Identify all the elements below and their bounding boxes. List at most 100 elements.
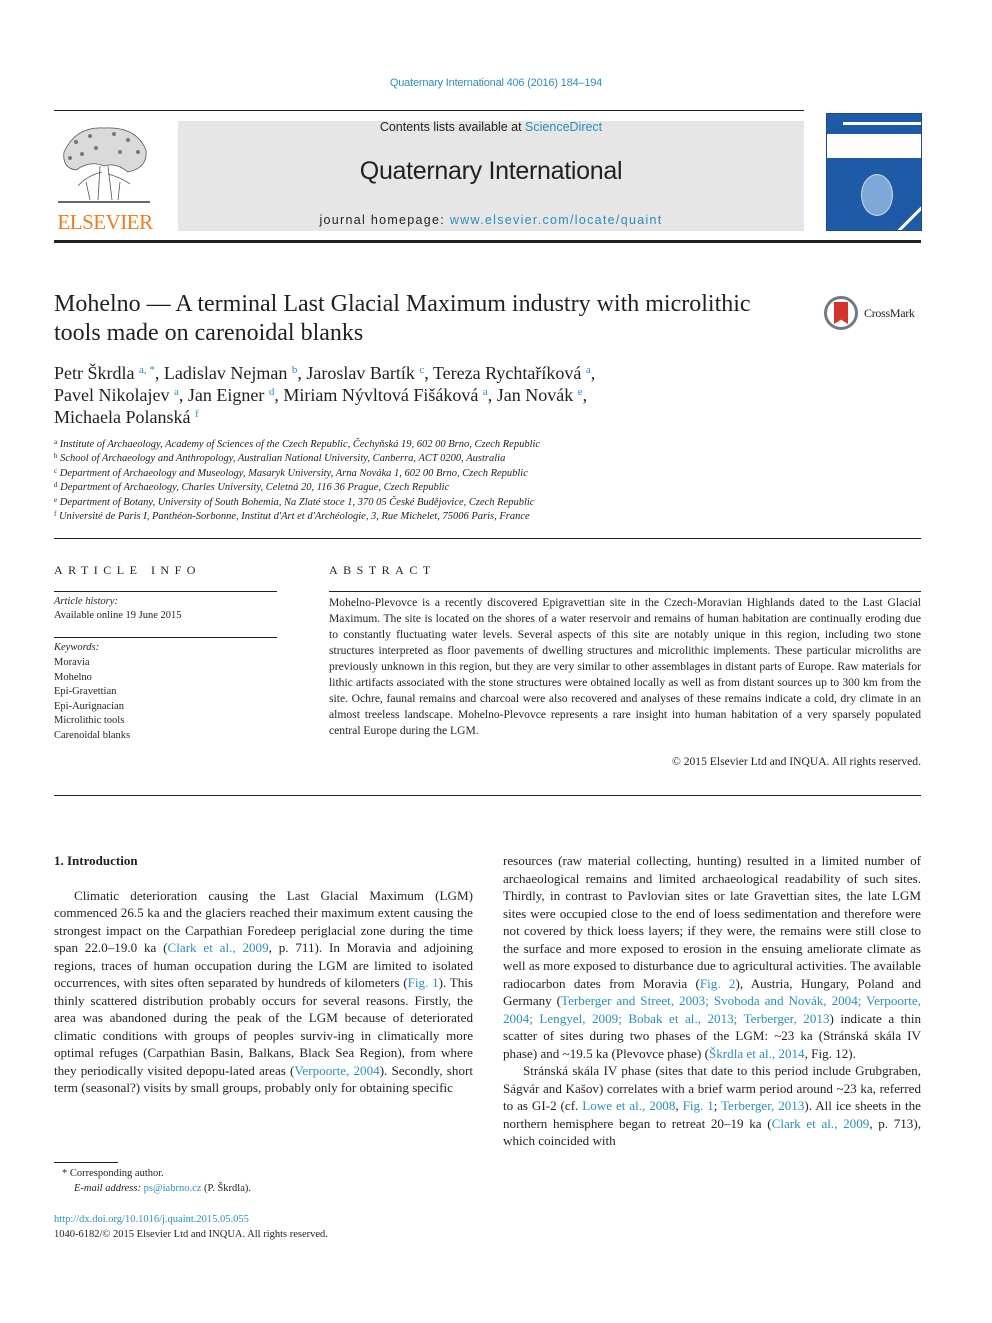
divider: [54, 795, 921, 796]
body-paragraph: Stránská skála IV phase (sites that date…: [503, 1062, 921, 1150]
homepage-line: journal homepage: www.elsevier.com/locat…: [178, 213, 804, 227]
email-suffix: (P. Škrdla).: [201, 1183, 251, 1194]
author-name: Ladislav Nejman: [163, 363, 288, 383]
affiliation-key: f: [54, 510, 57, 519]
affiliation-text: Department of Archaeology and Museology,…: [59, 467, 528, 479]
affiliation-key: d: [54, 481, 58, 490]
email-line: E-mail address: ps@iabrno.cz (P. Škrdla)…: [62, 1181, 251, 1196]
citation-link[interactable]: Fig. 1: [408, 975, 439, 990]
abstract-text: Mohelno-Plevovce is a recently discovere…: [329, 596, 921, 737]
body-paragraph: Climatic deterioration causing the Last …: [54, 887, 473, 1097]
affiliation: e Department of Botany, University of So…: [54, 496, 754, 510]
cover-seal-icon: [861, 174, 893, 216]
author: Tereza Rychtaříková a,: [433, 363, 595, 383]
homepage-prefix: journal homepage:: [319, 213, 450, 227]
keyword: Mohelno: [54, 671, 92, 683]
sciencedirect-link[interactable]: ScienceDirect: [525, 120, 602, 134]
author-affil-link[interactable]: f: [195, 408, 199, 420]
citation-link[interactable]: Škrdla et al., 2014: [709, 1046, 805, 1061]
journal-banner: Contents lists available at ScienceDirec…: [178, 120, 804, 231]
keyword: Epi-Aurignacian: [54, 700, 124, 712]
keyword: Microlithic tools: [54, 715, 125, 726]
affiliation-list: a Institute of Archaeology, Academy of S…: [54, 438, 754, 524]
author-separator: ,: [154, 363, 164, 383]
divider: [54, 637, 277, 638]
keyword: Epi-Gravettian: [54, 686, 117, 697]
keyword: Carenoidal blanks: [54, 729, 131, 741]
affiliation-text: Department of Archaeology, Charles Unive…: [60, 482, 450, 494]
author: Jan Novák e,: [497, 385, 587, 405]
divider: [54, 591, 277, 592]
article-title: Mohelno — A terminal Last Glacial Maximu…: [54, 291, 751, 346]
author: Petr Škrdla a, *,: [54, 363, 164, 383]
journal-cover-image[interactable]: [826, 113, 922, 231]
affiliation-key: c: [54, 466, 58, 475]
article-info-heading: ARTICLE INFO: [54, 563, 201, 577]
article-history-label: Article history:: [54, 596, 118, 607]
body-column-left: 1. Introduction Climatic deterioration c…: [54, 852, 473, 1097]
author: Jan Eigner d,: [188, 385, 283, 405]
citation-link[interactable]: Terberger, 2013: [721, 1098, 804, 1113]
elsevier-logo[interactable]: ELSEVIER: [54, 120, 156, 234]
divider: [54, 538, 921, 539]
citation-link[interactable]: Fig. 1: [683, 1098, 714, 1113]
affiliation-key: e: [54, 495, 58, 504]
author: Jaroslav Bartík c,: [306, 363, 433, 383]
doi-block: http://dx.doi.org/10.1016/j.quaint.2015.…: [54, 1212, 328, 1242]
body-paragraph: resources (raw material collecting, hunt…: [503, 852, 921, 1062]
keyword: Moravia: [54, 657, 90, 668]
homepage-link[interactable]: www.elsevier.com/locate/quaint: [450, 213, 663, 227]
journal-citation-link[interactable]: Quaternary International 406 (2016) 184–…: [0, 77, 992, 89]
author-affil-link[interactable]: a, *: [139, 364, 155, 376]
affiliation-text: Université de Paris I, Panthéon-Sorbonne…: [58, 511, 530, 523]
article-history-value: Available online 19 June 2015: [54, 610, 182, 621]
doi-link[interactable]: http://dx.doi.org/10.1016/j.quaint.2015.…: [54, 1214, 249, 1225]
header-rule: [54, 110, 804, 111]
body-text: ,: [675, 1098, 683, 1113]
affiliation: f Université de Paris I, Panthéon-Sorbon…: [54, 510, 754, 524]
author-name: Petr Škrdla: [54, 363, 135, 383]
author-separator: ,: [424, 363, 433, 383]
author: Miriam Nývltová Fišáková a,: [283, 385, 496, 405]
author-list: Petr Škrdla a, *, Ladislav Nejman b, Jar…: [54, 362, 754, 428]
citation-link[interactable]: Clark et al., 2009: [772, 1116, 870, 1131]
cover-title-band: [843, 122, 921, 125]
citation-link[interactable]: Lowe et al., 2008: [582, 1098, 675, 1113]
affiliation: d Department of Archaeology, Charles Uni…: [54, 481, 754, 495]
cover-stripe: [895, 196, 921, 230]
abstract-heading: ABSTRACT: [329, 563, 436, 577]
affiliation-text: Department of Botany, University of Sout…: [59, 496, 535, 508]
author-separator: ,: [178, 385, 188, 405]
author-name: Jaroslav Bartík: [306, 363, 415, 383]
citation-link[interactable]: Clark et al., 2009: [168, 940, 269, 955]
header-thick-rule: [54, 240, 921, 243]
body-text: , Fig. 12).: [804, 1045, 856, 1061]
crossmark-label: CrossMark: [864, 306, 915, 320]
issn-copyright: 1040-6182/© 2015 Elsevier Ltd and INQUA.…: [54, 1229, 328, 1240]
author-name: Jan Eigner: [187, 385, 265, 405]
email-label: E-mail address:: [74, 1183, 141, 1194]
citation-link[interactable]: Verpoorte, 2004: [294, 1063, 379, 1078]
affiliation-text: School of Archaeology and Anthropology, …: [60, 453, 506, 465]
email-link[interactable]: ps@iabrno.cz: [144, 1183, 202, 1194]
affiliation-text: Institute of Archaeology, Academy of Sci…: [59, 439, 541, 450]
crossmark-button[interactable]: CrossMark: [824, 296, 924, 336]
cover-white-area: [827, 134, 921, 158]
body-text: ;: [713, 1098, 722, 1113]
author-separator: ,: [590, 363, 596, 383]
affiliation-key: a: [54, 438, 58, 446]
author: Pavel Nikolajev a,: [54, 385, 188, 405]
elsevier-wordmark: ELSEVIER: [57, 210, 153, 234]
abstract-copyright: © 2015 Elsevier Ltd and INQUA. All right…: [671, 755, 921, 768]
elsevier-tree-icon: [58, 127, 150, 203]
author-separator: ,: [274, 385, 284, 405]
contents-line: Contents lists available at ScienceDirec…: [178, 120, 804, 134]
author-separator: ,: [487, 385, 497, 405]
journal-title: Quaternary International: [359, 157, 623, 185]
author: Ladislav Nejman b,: [164, 363, 306, 383]
affiliation: b School of Archaeology and Anthropology…: [54, 452, 754, 466]
corresponding-author-note: * Corresponding author.: [62, 1168, 164, 1179]
citation-link[interactable]: Fig. 2: [700, 976, 736, 991]
divider: [329, 591, 921, 592]
affiliation: a Institute of Archaeology, Academy of S…: [54, 438, 754, 452]
